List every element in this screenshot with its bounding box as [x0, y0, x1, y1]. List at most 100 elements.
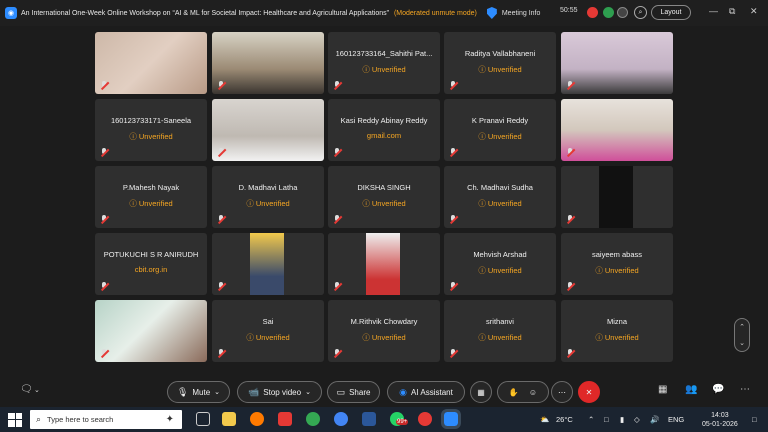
layout-panel-icon[interactable]: ▦ — [658, 384, 667, 395]
participant-name: Mizna — [606, 317, 627, 326]
chevron-down-icon[interactable]: ⌄ — [739, 339, 745, 347]
participant-tile[interactable]: Raditya Vallabhaneni ⓘ Unverified — [444, 32, 556, 94]
reactions-group: ✋ ☺ — [497, 381, 549, 403]
chrome-icon[interactable] — [306, 412, 320, 426]
chat-bubble-icon[interactable]: 🗨 — [20, 384, 33, 395]
ellipsis-icon[interactable]: ⋯ — [740, 384, 750, 395]
participant-tile[interactable]: 160123733164_Sahithi Pat... ⓘ Unverified — [328, 32, 440, 94]
participant-tile[interactable]: 160123733171-Saneela ⓘ Unverified — [95, 99, 207, 161]
participant-tile[interactable] — [95, 300, 207, 362]
participant-tile[interactable]: Ch. Madhavi Sudha ⓘ Unverified — [444, 166, 556, 228]
app-red-icon[interactable] — [418, 412, 432, 426]
participant-video — [599, 166, 633, 228]
webex-taskbar-icon[interactable] — [441, 409, 461, 429]
file-explorer-icon[interactable] — [222, 412, 236, 426]
network-icon[interactable]: ◇ — [634, 415, 640, 424]
muted-microphone-icon — [566, 148, 575, 157]
chevron-up-icon[interactable]: ⌃ — [588, 415, 594, 424]
recording-icon[interactable] — [587, 7, 598, 18]
participant-name: Ch. Madhavi Sudha — [467, 183, 533, 192]
participant-tile[interactable] — [561, 32, 673, 94]
whatsapp-icon[interactable]: 99+ — [390, 412, 409, 426]
firefox-icon[interactable] — [250, 412, 264, 426]
captions-icon[interactable] — [617, 7, 628, 18]
chrome-profile-icon[interactable] — [334, 412, 348, 426]
apps-button[interactable]: ▦ — [470, 381, 492, 403]
grid-scroll-control[interactable]: ⌃ ⌄ — [734, 318, 750, 352]
moderated-unmute-label: (Moderated unmute mode) — [393, 9, 477, 17]
meeting-title: An International One-Week Online Worksho… — [21, 9, 389, 17]
search-icon[interactable]: ⌕ — [634, 6, 647, 19]
search-icon: ⌕ — [36, 414, 42, 424]
share-button[interactable]: ▭ Share — [327, 381, 380, 403]
participant-video — [561, 99, 673, 161]
participant-name: DIKSHA SINGH — [357, 183, 411, 192]
emoji-icon[interactable]: ☺ — [529, 388, 537, 397]
chevron-down-icon[interactable]: ⌄ — [34, 386, 40, 394]
meeting-controls: 🗨 ⌄ 🎙 Mute ⌄ 📹 Stop video ⌄ ▭ Share ◉ AI Assis… — [0, 377, 768, 407]
participant-status: ⓘ Unverified — [362, 333, 406, 342]
muted-microphone-icon — [566, 215, 575, 224]
participant-name: 160123733164_Sahithi Pat... — [335, 49, 433, 58]
task-view-icon[interactable] — [196, 412, 210, 426]
participant-name: 160123733171-Saneela — [110, 116, 192, 125]
windows-start-icon[interactable] — [8, 412, 22, 427]
participant-tile[interactable]: Kasi Reddy Abinay Reddy gmail.com — [328, 99, 440, 161]
connection-icon[interactable] — [603, 7, 614, 18]
participant-tile[interactable]: DIKSHA SINGH ⓘ Unverified — [328, 166, 440, 228]
taskbar-clock[interactable]: 14:03 05-01-2026 — [702, 411, 738, 429]
participant-tile[interactable] — [95, 32, 207, 94]
participant-status: ⓘ Unverified — [595, 333, 639, 342]
muted-microphone-icon — [217, 215, 226, 224]
participant-tile[interactable] — [328, 233, 440, 295]
maximize-icon[interactable]: ⧉ — [729, 6, 735, 17]
participant-tile[interactable]: M.Rithvik Chowdary ⓘ Unverified — [328, 300, 440, 362]
search-highlight-icon: ✦ — [165, 414, 174, 425]
app-z-icon[interactable] — [278, 412, 292, 426]
stop-video-button[interactable]: 📹 Stop video ⌄ — [237, 381, 322, 403]
participant-tile[interactable]: srithanvi ⓘ Unverified — [444, 300, 556, 362]
participant-tile[interactable] — [561, 99, 673, 161]
participant-tile[interactable] — [212, 233, 324, 295]
participant-tile[interactable]: D. Madhavi Latha ⓘ Unverified — [212, 166, 324, 228]
participant-status: ⓘ Unverified — [362, 65, 406, 74]
participant-tile[interactable]: Sai ⓘ Unverified — [212, 300, 324, 362]
minimize-icon[interactable]: — — [709, 6, 718, 16]
participant-name: K Pranavi Reddy — [471, 116, 529, 125]
raise-hand-icon[interactable]: ✋ — [509, 388, 519, 397]
security-icon[interactable]: □ — [604, 415, 609, 424]
participant-tile[interactable]: Mehvish Arshad ⓘ Unverified — [444, 233, 556, 295]
participant-name: srithanvi — [486, 317, 514, 326]
language-indicator[interactable]: ENG — [668, 415, 684, 424]
participant-tile[interactable] — [561, 166, 673, 228]
muted-microphone-icon — [217, 282, 226, 291]
chevron-up-icon[interactable]: ⌃ — [739, 323, 745, 331]
temperature-label[interactable]: 26°C — [556, 415, 573, 424]
participant-tile[interactable]: POTUKUCHI S R ANIRUDH cbit.org.in — [95, 233, 207, 295]
clock-date: 05-01-2026 — [702, 421, 738, 428]
participant-tile[interactable]: Mizna ⓘ Unverified — [561, 300, 673, 362]
weather-icon[interactable]: ⛅ — [540, 415, 549, 424]
more-options-button[interactable]: ⋯ — [551, 381, 573, 403]
participant-tile[interactable]: saiyeem abass ⓘ Unverified — [561, 233, 673, 295]
notifications-icon[interactable]: □ — [752, 415, 757, 424]
word-icon[interactable] — [362, 412, 376, 426]
taskbar-search-input[interactable]: ⌕ Type here to search ✦ — [30, 410, 182, 429]
leave-meeting-button[interactable]: ✕ — [578, 381, 600, 403]
participant-video — [366, 233, 400, 295]
shield-icon[interactable] — [486, 7, 497, 19]
participant-tile[interactable] — [212, 99, 324, 161]
close-icon[interactable]: ✕ — [750, 6, 758, 17]
battery-icon[interactable]: ▮ — [620, 415, 624, 424]
mute-button[interactable]: 🎙 Mute ⌄ — [167, 381, 230, 403]
participant-tile[interactable]: P.Mahesh Nayak ⓘ Unverified — [95, 166, 207, 228]
participant-name: Kasi Reddy Abinay Reddy — [340, 116, 428, 125]
ai-assistant-button[interactable]: ◉ AI Assistant — [387, 381, 465, 403]
meeting-info-button[interactable]: Meeting Info — [502, 10, 541, 17]
layout-button[interactable]: Layout — [651, 5, 691, 20]
chat-icon[interactable]: 💬 — [712, 384, 724, 395]
volume-icon[interactable]: 🔊 — [650, 415, 659, 424]
participant-tile[interactable] — [212, 32, 324, 94]
participant-tile[interactable]: K Pranavi Reddy ⓘ Unverified — [444, 99, 556, 161]
participants-icon[interactable]: 👥 — [685, 384, 697, 395]
